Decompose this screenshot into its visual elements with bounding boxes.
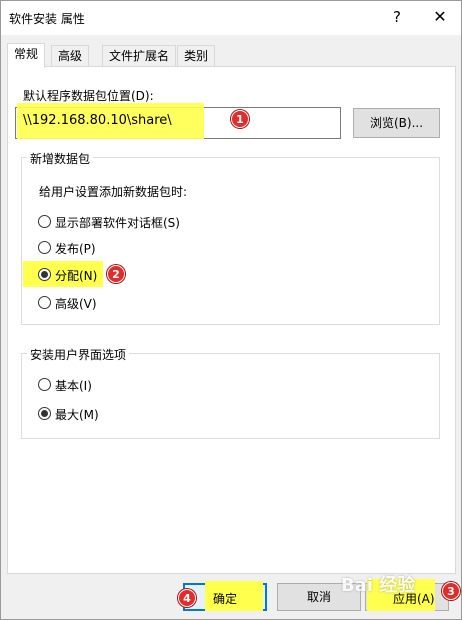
tab-general[interactable]: 常规 bbox=[7, 43, 46, 68]
new-packages-prompt: 给用户设置添加新数据包时: bbox=[39, 185, 188, 199]
browse-button[interactable]: 浏览(B)... bbox=[353, 108, 440, 138]
close-button[interactable]: ✕ bbox=[429, 7, 451, 27]
radio-basic-label: 基本(I) bbox=[55, 379, 92, 393]
ui-options-group-title: 安装用户界面选项 bbox=[27, 346, 130, 363]
radio-basic[interactable] bbox=[38, 378, 51, 391]
help-button[interactable]: ? bbox=[387, 7, 407, 27]
radio-publish[interactable] bbox=[38, 241, 51, 254]
radio-show-deploy-dialog-label: 显示部署软件对话框(S) bbox=[55, 216, 180, 230]
title-bar: 软件安装 属性 ? ✕ bbox=[1, 1, 461, 35]
properties-dialog: 软件安装 属性 ? ✕ 常规 高级 文件扩展名 类别 默认程序数据包位置(D):… bbox=[0, 0, 462, 620]
radio-advanced-label: 高级(V) bbox=[55, 297, 97, 311]
radio-assign[interactable] bbox=[38, 268, 51, 281]
step-badge-3: 3 bbox=[442, 582, 460, 600]
tab-advanced[interactable]: 高级 bbox=[51, 45, 90, 67]
step-badge-2: 2 bbox=[107, 265, 125, 283]
ui-options-group bbox=[21, 353, 440, 439]
package-location-label: 默认程序数据包位置(D): bbox=[23, 89, 154, 103]
radio-maximum-label: 最大(M) bbox=[55, 408, 99, 422]
radio-assign-label: 分配(N) bbox=[55, 269, 98, 283]
cancel-button-label: 取消 bbox=[306, 590, 331, 604]
tab-file-extensions[interactable]: 文件扩展名 bbox=[102, 45, 177, 67]
step-badge-1: 1 bbox=[231, 110, 249, 128]
tab-strip: 常规 高级 文件扩展名 类别 bbox=[7, 43, 457, 68]
new-packages-group-title: 新增数据包 bbox=[27, 150, 94, 167]
radio-show-deploy-dialog[interactable] bbox=[38, 215, 51, 228]
tab-categories[interactable]: 类别 bbox=[177, 45, 216, 67]
ok-button-label: 确定 bbox=[213, 592, 238, 606]
baidu-watermark: Bai 经验 bbox=[341, 575, 416, 596]
package-location-value: \\192.168.80.10\share\ bbox=[23, 113, 172, 128]
step-badge-4: 4 bbox=[178, 589, 196, 607]
radio-maximum[interactable] bbox=[38, 407, 51, 420]
radio-advanced[interactable] bbox=[38, 296, 51, 309]
radio-publish-label: 发布(P) bbox=[55, 242, 96, 256]
window-title: 软件安装 属性 bbox=[9, 12, 85, 26]
